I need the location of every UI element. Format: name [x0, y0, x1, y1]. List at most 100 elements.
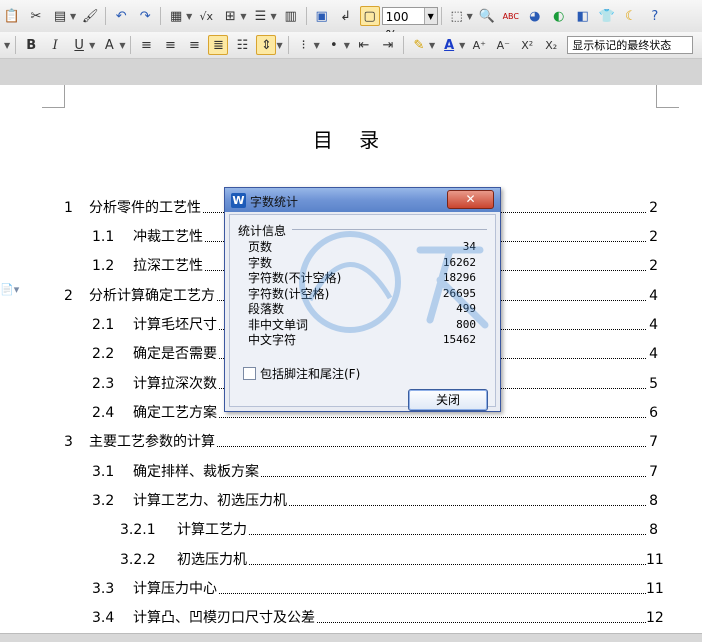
toc-entry[interactable]: 3.2 计算工艺力、初选压力机 8 [0, 491, 702, 511]
skin-icon[interactable]: 👕 [597, 6, 617, 26]
bold-button[interactable]: B [21, 35, 41, 55]
chevron-down-icon[interactable]: ▼ [119, 41, 125, 50]
redo-icon[interactable]: ↷ [135, 6, 155, 26]
line-spacing-icon[interactable]: ⇕ [256, 35, 277, 55]
align-left-icon[interactable]: ≡ [136, 35, 156, 55]
help-icon[interactable]: ? [645, 6, 665, 26]
chevron-down-icon[interactable]: ▼ [423, 8, 437, 24]
toc-entry-page: 2 [649, 258, 658, 274]
font-effect-button[interactable]: A [99, 35, 119, 55]
italic-button[interactable]: I [45, 35, 65, 55]
page-view-icon[interactable]: ▢ [359, 6, 380, 26]
justify-icon[interactable]: ≣ [208, 35, 229, 55]
select-icon[interactable]: ⬚ [447, 6, 467, 26]
toc-entry-page: 6 [649, 405, 658, 421]
backup-icon[interactable]: ◧ [573, 6, 593, 26]
include-footnotes-checkbox[interactable] [243, 367, 256, 380]
stat-value: 16262 [442, 255, 476, 269]
cut-icon[interactable]: ✂ [26, 6, 46, 26]
dialog-body: 统计信息 页数 34 字数 16262 字符数(不计空格) 18296 字符数(计空格) 26… [229, 214, 496, 411]
dialog-title: 字数统计 [250, 195, 299, 209]
chevron-down-icon[interactable]: ▼ [467, 12, 473, 21]
dialog-titlebar[interactable]: W 字数统计 ✕ [225, 188, 500, 212]
underline-button[interactable]: U [69, 35, 89, 55]
clipboard-icon[interactable]: ▤ [50, 6, 70, 26]
decrease-indent-icon[interactable]: ⇤ [354, 35, 374, 55]
toc-entry-number: 3.1 [92, 464, 115, 480]
stat-label: 段落数 [248, 302, 285, 316]
insert-table-icon[interactable]: ⊞ [220, 6, 240, 26]
chevron-down-icon[interactable]: ▼ [276, 41, 282, 50]
align-right-icon[interactable]: ≡ [184, 35, 204, 55]
increase-indent-icon[interactable]: ⇥ [378, 35, 398, 55]
night-mode-icon[interactable]: ☾ [621, 6, 641, 26]
stat-value: 15462 [442, 333, 476, 346]
chart-icon[interactable]: ▥ [281, 6, 301, 26]
toc-entry-text: 分析计算确定工艺方 [89, 286, 217, 306]
chevron-down-icon[interactable]: ▼ [429, 41, 435, 50]
toc-entry[interactable]: 3.2.1 计算工艺力 8 [0, 520, 702, 540]
paragraph-mark-icon[interactable]: ↲ [336, 6, 356, 26]
chevron-down-icon[interactable]: ▼ [70, 12, 76, 21]
font-color-icon[interactable]: A [439, 35, 459, 55]
toc-entry[interactable]: 3.1 确定排样、裁板方案 7 [0, 462, 702, 482]
chevron-down-icon[interactable]: ▼ [459, 41, 465, 50]
document-map-icon[interactable]: ▣ [312, 6, 332, 26]
toc-entry-number: 3.2 [92, 493, 115, 509]
toc-entry-text: 主要工艺参数的计算 [89, 432, 217, 452]
numbering-icon[interactable]: ⁝ [294, 35, 314, 55]
checkbox-label[interactable]: 包括脚注和尾注(F) [260, 365, 360, 382]
toc-entry-text: 确定排样、裁板方案 [133, 462, 261, 482]
spellcheck-icon[interactable]: ABC [501, 6, 521, 26]
paste-icon[interactable]: 📋 [2, 6, 22, 26]
toc-entry-number: 3.3 [92, 581, 115, 597]
toc-entry[interactable]: 3.4 计算凸、凹模刃口尺寸及公差 12 [0, 608, 702, 628]
toc-entry[interactable]: 3 主要工艺参数的计算 7 [0, 432, 702, 452]
find-icon[interactable]: 🔍 [477, 6, 497, 26]
bullets-icon[interactable]: • [324, 35, 344, 55]
toc-entry-page: 11 [646, 552, 664, 568]
close-icon[interactable]: ✕ [447, 190, 494, 209]
stat-label: 字符数(不计空格) [248, 271, 342, 285]
shrink-font-button[interactable]: A⁻ [493, 35, 513, 55]
chevron-down-icon[interactable]: ▼ [270, 12, 276, 21]
align-center-icon[interactable]: ≡ [160, 35, 180, 55]
toc-entry-page: 4 [649, 317, 658, 333]
toc-entry-number: 1.2 [92, 258, 115, 274]
table-icon[interactable]: ▦ [166, 6, 186, 26]
toolbar-separator [402, 36, 404, 54]
toc-entry[interactable]: 3.2.2 初选压力机 11 [0, 550, 702, 570]
chevron-down-icon[interactable]: ▼ [89, 41, 95, 50]
toc-entry-text: 确定是否需要 [133, 344, 219, 364]
format-painter-icon[interactable]: 🖌 [80, 6, 100, 26]
chevron-down-icon[interactable]: ▼ [186, 12, 192, 21]
toc-entry-text: 初选压力机 [177, 550, 249, 570]
toc-entry-page: 8 [649, 522, 658, 538]
formula-icon[interactable]: √x [196, 6, 216, 26]
toc-entry-text: 计算凸、凹模刃口尺寸及公差 [133, 608, 317, 628]
track-changes-select[interactable]: 显示标记的最终状态 [567, 36, 694, 54]
distributed-icon[interactable]: ☷ [232, 35, 252, 55]
grow-font-button[interactable]: A⁺ [469, 35, 489, 55]
superscript-button[interactable]: X² [517, 35, 537, 55]
close-button[interactable]: 关闭 [408, 389, 488, 411]
toolbar-separator [130, 36, 132, 54]
stat-row: 字符数(计空格) 26695 [248, 287, 480, 301]
chevron-down-icon[interactable]: ▼ [314, 41, 320, 50]
margin-corner-right [656, 85, 679, 108]
subscript-button[interactable]: X₂ [541, 35, 561, 55]
columns-icon[interactable]: ☰ [250, 6, 270, 26]
highlight-icon[interactable]: ✎ [409, 35, 429, 55]
stat-value: 34 [462, 240, 476, 253]
online-icon[interactable]: ◕ [525, 6, 545, 26]
undo-icon[interactable]: ↶ [111, 6, 131, 26]
toc-entry[interactable]: 3.3 计算压力中心 11 [0, 579, 702, 599]
chevron-down-icon[interactable]: ▼ [240, 12, 246, 21]
toc-entry-page: 8 [649, 493, 658, 509]
zoom-select[interactable]: 100 % ▼ [381, 7, 438, 42]
toc-entry-text: 确定工艺方案 [133, 403, 219, 423]
toolbar-separator [287, 36, 289, 54]
compatibility-icon[interactable]: ◐ [549, 6, 569, 26]
chevron-down-icon[interactable]: ▼ [4, 41, 10, 50]
chevron-down-icon[interactable]: ▼ [344, 41, 350, 50]
